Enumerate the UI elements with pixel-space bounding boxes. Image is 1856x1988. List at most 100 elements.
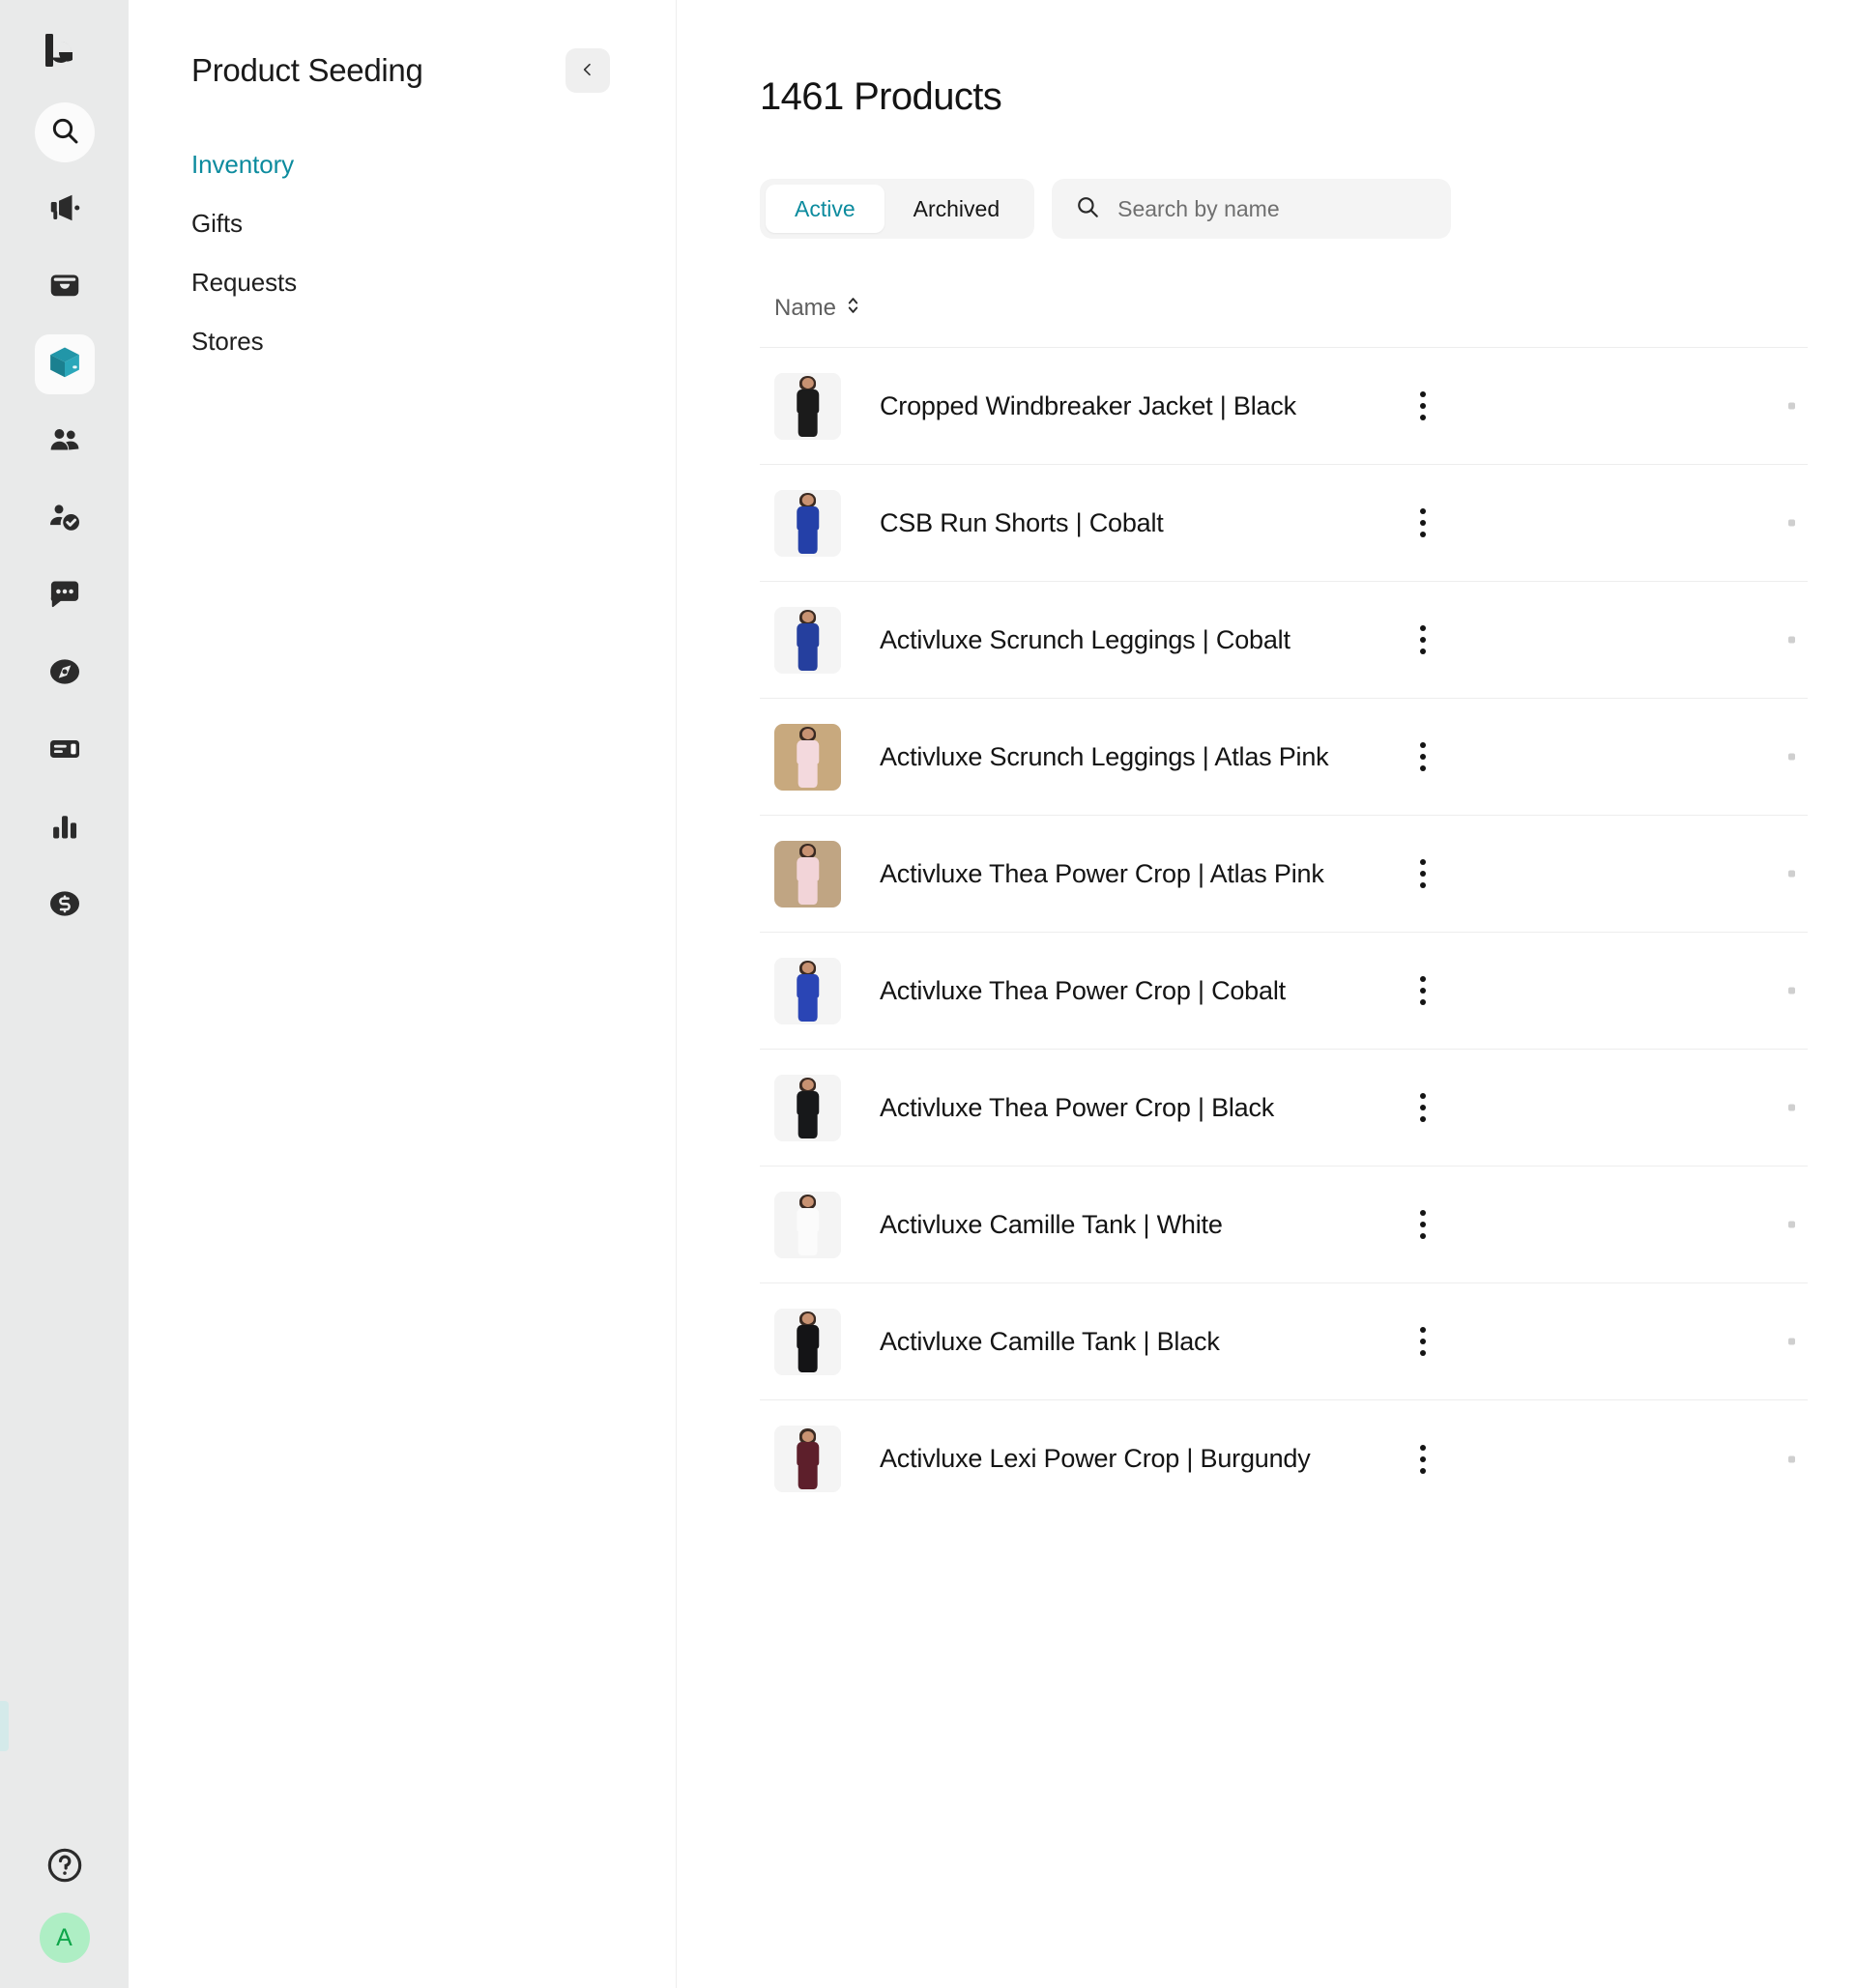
tab-archived[interactable]: Archived: [884, 185, 1029, 233]
table-row[interactable]: CSB Run Shorts | Cobalt: [760, 465, 1808, 582]
people-icon: [47, 422, 82, 462]
chevron-left-icon: [580, 62, 595, 80]
tab-active[interactable]: Active: [766, 185, 884, 233]
sidebar-item-inbox[interactable]: [35, 257, 95, 317]
column-header-label: Name: [774, 295, 837, 321]
table-body: Cropped Windbreaker Jacket | Black CSB R…: [760, 348, 1808, 1517]
product-thumbnail: [774, 372, 841, 440]
product-name: Activluxe Scrunch Leggings | Atlas Pink: [880, 741, 1329, 771]
more-vertical-icon: [1420, 1233, 1426, 1239]
main-content: 1461 Products Active Archived Name: [677, 0, 1856, 1988]
sidebar-item-approvals[interactable]: [35, 489, 95, 549]
more-vertical-icon: [1420, 1350, 1426, 1356]
table-row[interactable]: Cropped Windbreaker Jacket | Black: [760, 348, 1808, 465]
more-vertical-icon: [1420, 1210, 1426, 1216]
product-thumbnail: [774, 1308, 841, 1375]
row-more-menu-button[interactable]: [1406, 1438, 1440, 1481]
row-more-menu-button[interactable]: [1406, 385, 1440, 427]
sidebar-item-campaigns[interactable]: [35, 180, 95, 240]
sidebar-item-inventory[interactable]: Inventory: [129, 135, 676, 194]
more-vertical-icon: [1420, 1105, 1426, 1110]
row-edge-marker: [1788, 1104, 1795, 1111]
table-row[interactable]: Activluxe Camille Tank | White: [760, 1167, 1808, 1283]
row-more-menu-button[interactable]: [1406, 502, 1440, 544]
product-thumbnail: [774, 723, 841, 791]
table-row[interactable]: Activluxe Camille Tank | Black: [760, 1283, 1808, 1400]
product-name: Activluxe Lexi Power Crop | Burgundy: [880, 1444, 1311, 1473]
sidebar-item-requests[interactable]: Requests: [129, 253, 676, 312]
product-thumbnail: [774, 1074, 841, 1141]
status-filter-tabs: Active Archived: [760, 179, 1035, 239]
help-circle-icon[interactable]: [45, 1846, 84, 1889]
row-more-menu-button[interactable]: [1406, 619, 1440, 661]
table-row[interactable]: Activluxe Thea Power Crop | Atlas Pink: [760, 816, 1808, 933]
column-header-name[interactable]: Name: [774, 295, 860, 322]
product-thumbnail: [774, 1191, 841, 1258]
sidebar-item-reports[interactable]: [35, 798, 95, 858]
chat-bubble-icon: [47, 577, 82, 617]
more-vertical-icon: [1420, 648, 1426, 654]
more-vertical-icon: [1420, 754, 1426, 760]
product-name: Activluxe Thea Power Crop | Cobalt: [880, 975, 1286, 1005]
more-vertical-icon: [1420, 391, 1426, 397]
sidebar-item-gifts[interactable]: Gifts: [129, 194, 676, 253]
brand-logo[interactable]: [35, 21, 95, 81]
more-vertical-icon: [1420, 882, 1426, 888]
avatar[interactable]: A: [39, 1913, 90, 1963]
sidebar-item-creators[interactable]: [35, 412, 95, 472]
sidebar-item-label: Stores: [191, 327, 264, 356]
row-edge-marker: [1788, 1338, 1795, 1345]
row-edge-marker: [1788, 1221, 1795, 1228]
sidebar-item-search[interactable]: [34, 102, 95, 162]
sidebar-item-payments[interactable]: [35, 876, 95, 936]
product-thumbnail: [774, 489, 841, 557]
product-name: Activluxe Thea Power Crop | Black: [880, 1092, 1275, 1122]
more-vertical-icon: [1420, 859, 1426, 865]
more-vertical-icon: [1420, 1116, 1426, 1122]
row-more-menu-button[interactable]: [1406, 852, 1440, 895]
more-vertical-icon: [1420, 625, 1426, 631]
row-edge-marker: [1788, 1455, 1795, 1462]
avatar-initial: A: [56, 1923, 72, 1951]
product-thumbnail: [774, 1426, 841, 1492]
sidebar-item-label: Gifts: [191, 209, 243, 238]
sidebar-item-content[interactable]: [35, 721, 95, 781]
more-vertical-icon: [1420, 742, 1426, 748]
rail-bottom-group: A: [0, 1846, 129, 1963]
product-name: CSB Run Shorts | Cobalt: [880, 507, 1164, 537]
row-more-menu-button[interactable]: [1406, 969, 1440, 1012]
table-row[interactable]: Activluxe Thea Power Crop | Black: [760, 1050, 1808, 1167]
table-row[interactable]: Activluxe Scrunch Leggings | Atlas Pink: [760, 699, 1808, 816]
sidebar-item-discover[interactable]: [35, 644, 95, 704]
more-vertical-icon: [1420, 765, 1426, 771]
row-edge-marker: [1788, 519, 1795, 527]
row-edge-marker: [1788, 987, 1795, 994]
table-row[interactable]: Activluxe Thea Power Crop | Cobalt: [760, 933, 1808, 1050]
search-input[interactable]: [1117, 195, 1429, 222]
person-check-icon: [47, 500, 82, 539]
table-row[interactable]: Activluxe Lexi Power Crop | Burgundy: [760, 1400, 1808, 1517]
collapse-panel-button[interactable]: [566, 48, 610, 93]
row-more-menu-button[interactable]: [1406, 1320, 1440, 1363]
row-more-menu-button[interactable]: [1406, 1086, 1440, 1129]
table-row[interactable]: Activluxe Scrunch Leggings | Cobalt: [760, 582, 1808, 699]
scroll-edge-indicator: [0, 1701, 9, 1751]
more-vertical-icon: [1420, 415, 1426, 420]
more-vertical-icon: [1420, 988, 1426, 994]
sidebar-item-product-seeding[interactable]: [34, 334, 95, 394]
more-vertical-icon: [1420, 1093, 1426, 1099]
search-box[interactable]: [1052, 179, 1452, 239]
more-vertical-icon: [1420, 1339, 1426, 1344]
table-header: Name: [760, 295, 1808, 348]
row-more-menu-button[interactable]: [1406, 735, 1440, 778]
sidebar-item-stores[interactable]: Stores: [129, 312, 676, 371]
product-name: Cropped Windbreaker Jacket | Black: [880, 390, 1296, 420]
sidebar-item-messages[interactable]: [35, 566, 95, 626]
product-thumbnail: [774, 606, 841, 674]
more-vertical-icon: [1420, 532, 1426, 537]
products-table: Name Cropped Windbreaker Jacket | Black: [760, 295, 1808, 1517]
more-vertical-icon: [1420, 403, 1426, 409]
primary-icon-rail: A: [0, 0, 129, 1988]
row-more-menu-button[interactable]: [1406, 1203, 1440, 1246]
row-edge-marker: [1788, 402, 1795, 410]
